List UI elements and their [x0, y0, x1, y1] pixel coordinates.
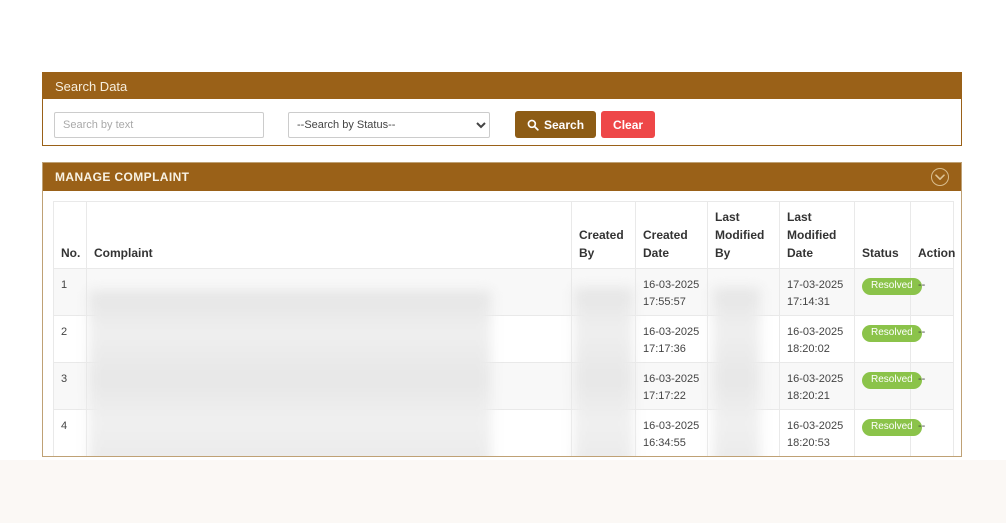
complaint-table-body: 1 16-03-202517:55:57 17-03-202517:14:31 …	[54, 269, 954, 458]
cell-last-modified-by	[708, 363, 780, 410]
cell-no: 2	[54, 316, 87, 363]
cell-complaint	[87, 410, 572, 457]
cell-last-modified-date: 16-03-202518:20:53	[780, 410, 855, 457]
table-row: 2 16-03-202517:17:36 16-03-202518:20:02 …	[54, 316, 954, 363]
cell-action	[911, 457, 954, 458]
col-header-created-by: Created By	[572, 202, 636, 269]
cell-no: 4	[54, 410, 87, 457]
complaint-table-wrapper: No. Complaint Created By Created Date La…	[43, 191, 961, 457]
table-row: 5 16-03-202516:33:42 16-03-202516:33:42 …	[54, 457, 954, 458]
cell-no: 1	[54, 269, 87, 316]
cell-created-by	[572, 410, 636, 457]
status-select[interactable]: --Search by Status--	[288, 112, 490, 138]
cell-created-by	[572, 457, 636, 458]
cell-last-modified-date: 17-03-202517:14:31	[780, 269, 855, 316]
search-text-input[interactable]	[54, 112, 264, 138]
cell-status: Pending	[855, 457, 911, 458]
cell-created-date: 16-03-202516:34:55	[636, 410, 708, 457]
status-badge: Resolved	[862, 419, 922, 436]
cell-created-date: 16-03-202517:55:57	[636, 269, 708, 316]
col-header-last-modified-date: Last Modified Date	[780, 202, 855, 269]
search-panel-title: Search Data	[55, 79, 127, 94]
complaint-table-head: No. Complaint Created By Created Date La…	[54, 202, 954, 269]
cell-status: Resolved	[855, 269, 911, 316]
cell-status: Resolved	[855, 410, 911, 457]
cell-created-date: 16-03-202516:33:42	[636, 457, 708, 458]
cell-last-modified-by	[708, 269, 780, 316]
cell-last-modified-date: 16-03-202516:33:42	[780, 457, 855, 458]
cell-created-by	[572, 316, 636, 363]
status-badge: Resolved	[862, 278, 922, 295]
cell-status: Resolved	[855, 316, 911, 363]
cell-no: 3	[54, 363, 87, 410]
complaint-table: No. Complaint Created By Created Date La…	[53, 201, 954, 457]
cell-created-date: 16-03-202517:17:22	[636, 363, 708, 410]
status-badge: Resolved	[862, 372, 922, 389]
col-header-no: No.	[54, 202, 87, 269]
cell-complaint	[87, 316, 572, 363]
cell-created-date: 16-03-202517:17:36	[636, 316, 708, 363]
table-row: 1 16-03-202517:55:57 17-03-202517:14:31 …	[54, 269, 954, 316]
cell-last-modified-by	[708, 410, 780, 457]
cell-created-by	[572, 269, 636, 316]
complaint-management-page: Search Data --Search by Status-- Search …	[0, 0, 1006, 523]
manage-complaint-panel: MANAGE COMPLAINT No. Complaint	[42, 162, 962, 457]
col-header-last-modified-by: Last Modified By	[708, 202, 780, 269]
search-button[interactable]: Search	[515, 111, 596, 138]
cell-complaint	[87, 269, 572, 316]
cell-last-modified-date: 16-03-202518:20:21	[780, 363, 855, 410]
status-badge: Resolved	[862, 325, 922, 342]
clear-button-label: Clear	[613, 118, 643, 132]
manage-panel-header: MANAGE COMPLAINT	[43, 163, 961, 191]
col-header-created-date: Created Date	[636, 202, 708, 269]
cell-last-modified-date: 16-03-202518:20:02	[780, 316, 855, 363]
col-header-complaint: Complaint	[87, 202, 572, 269]
search-button-label: Search	[544, 118, 584, 132]
collapse-panel-button[interactable]	[931, 168, 949, 186]
clear-button[interactable]: Clear	[601, 111, 655, 138]
cell-complaint	[87, 457, 572, 458]
cell-last-modified-by	[708, 316, 780, 363]
col-header-status: Status	[855, 202, 911, 269]
col-header-action: Action	[911, 202, 954, 269]
cell-no: 5	[54, 457, 87, 458]
table-row: 3 16-03-202517:17:22 16-03-202518:20:21 …	[54, 363, 954, 410]
header-row: No. Complaint Created By Created Date La…	[54, 202, 954, 269]
search-form: --Search by Status-- Search Clear	[43, 99, 961, 150]
cell-last-modified-by	[708, 457, 780, 458]
table-row: 4 16-03-202516:34:55 16-03-202518:20:53 …	[54, 410, 954, 457]
search-data-panel: Search Data --Search by Status-- Search …	[42, 72, 962, 146]
search-panel-header: Search Data	[43, 73, 961, 99]
cell-created-by	[572, 363, 636, 410]
manage-panel-title: MANAGE COMPLAINT	[55, 170, 189, 184]
chevron-down-icon	[935, 174, 945, 181]
magnifier-icon	[527, 119, 539, 131]
cell-status: Resolved	[855, 363, 911, 410]
cell-complaint	[87, 363, 572, 410]
